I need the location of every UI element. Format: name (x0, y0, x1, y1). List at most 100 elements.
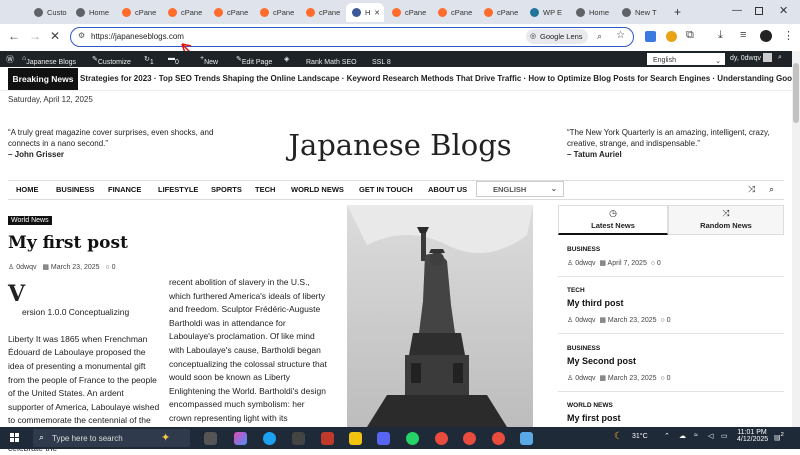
task-view-icon[interactable] (204, 432, 217, 445)
shuffle-icon[interactable]: ⤨ (748, 184, 755, 195)
post-author[interactable]: 0dwqv (16, 264, 36, 271)
sidebar-item-comments[interactable]: 0 (657, 260, 661, 267)
sidebar-item-author[interactable]: 0dwqv (575, 260, 595, 267)
weather-temp[interactable]: 31°C (632, 433, 648, 440)
whatsapp-icon[interactable] (406, 432, 419, 445)
close-load-icon[interactable]: ✕ (50, 29, 60, 43)
chrome-profile-icon[interactable] (463, 432, 476, 445)
extension-icon[interactable] (645, 31, 656, 42)
browser-tab[interactable]: WP E (524, 3, 568, 22)
wp-avatar[interactable] (763, 53, 772, 62)
wp-edit-page-link[interactable]: ✎ Edit Page (236, 55, 272, 66)
sidebar-item-title[interactable]: My first post (567, 413, 621, 423)
sidebar-item-author[interactable]: 0dwqv (575, 375, 595, 382)
profile-avatar[interactable] (760, 30, 772, 42)
tab-random-news[interactable]: ⤨ Random News (668, 205, 784, 235)
address-bar[interactable]: ⚙ https://japaneseblogs.com ◎ Google Len… (70, 27, 634, 47)
tab-latest-news[interactable]: ◷ Latest News (558, 205, 668, 235)
tray-chevron-icon[interactable]: ⌃ (664, 432, 670, 440)
post-comments[interactable]: 0 (112, 264, 116, 271)
sidebar-item-date[interactable]: April 7, 2025 (608, 260, 647, 267)
forward-icon[interactable]: → (29, 29, 41, 43)
search-icon[interactable]: ⌕ (597, 31, 602, 42)
sidebar-item-comments[interactable]: 0 (667, 317, 671, 324)
browser-tab[interactable]: cPane (116, 3, 160, 22)
page-scrollbar[interactable] (792, 51, 800, 427)
site-info-icon[interactable]: ⚙ (78, 31, 85, 40)
sidebar-item-category[interactable]: WORLD NEWS (567, 402, 613, 409)
extension-color-icon[interactable] (666, 31, 677, 42)
clock[interactable]: 11:01 PM 4/12/2025 (737, 429, 768, 443)
search-toggle-icon[interactable]: ⌕ (769, 184, 774, 195)
wifi-icon[interactable]: ≈ (694, 432, 698, 439)
app-icon[interactable] (377, 432, 390, 445)
battery-icon[interactable]: ▭ (721, 432, 728, 440)
sidebar-item-title[interactable]: My third post (567, 298, 624, 308)
chrome-icon[interactable] (435, 432, 448, 445)
wp-search-icon[interactable]: ⌕ (778, 54, 782, 62)
sidebar-item-category[interactable]: BUSINESS (567, 246, 600, 253)
copilot-icon[interactable] (234, 432, 247, 445)
nav-item-about-us[interactable]: ABOUT US (428, 185, 467, 194)
download-icon[interactable]: ⤓ (718, 29, 723, 42)
maximize-button[interactable] (755, 7, 763, 15)
notification-icon[interactable]: ▤2 (774, 432, 784, 441)
nav-item-finance[interactable]: FINANCE (108, 185, 141, 194)
browser-tab[interactable]: cPane (300, 3, 344, 22)
browser-tab[interactable]: Home (70, 3, 114, 22)
wordpress-icon[interactable]: Ⓦ (6, 54, 14, 65)
media-app-icon[interactable] (321, 432, 334, 445)
file-explorer-icon[interactable] (349, 432, 362, 445)
weather-icon[interactable]: ☾ (614, 431, 623, 442)
store-icon[interactable] (292, 432, 305, 445)
back-icon[interactable]: ← (8, 29, 20, 43)
post-category-badge[interactable]: World News (8, 216, 52, 225)
wp-site-link[interactable]: ⌂ Japanese Blogs (22, 55, 76, 66)
taskbar-search-box[interactable]: ⌕ Type here to search ✦ (33, 429, 190, 447)
chrome-menu-icon[interactable]: ⋮ (783, 29, 794, 42)
nav-item-business[interactable]: BUSINESS (56, 185, 94, 194)
wp-comments-link[interactable]: ▬ 0 (168, 55, 179, 66)
chrome-alt-icon[interactable] (492, 432, 505, 445)
browser-tab[interactable]: H ✕ (346, 3, 384, 22)
post-title[interactable]: My first post (8, 233, 128, 253)
volume-icon[interactable]: ◁ (708, 432, 713, 440)
network-icon[interactable]: ☁ (679, 432, 686, 440)
wp-language-select[interactable]: English ⌄ (647, 53, 725, 65)
sidebar-item-title[interactable]: My Second post (567, 356, 636, 366)
nav-item-tech[interactable]: TECH (255, 185, 275, 194)
sidebar-item-category[interactable]: BUSINESS (567, 345, 600, 352)
sidebar-item-category[interactable]: TECH (567, 287, 585, 294)
post-date[interactable]: March 23, 2025 (51, 264, 100, 271)
scrollbar-thumb[interactable] (793, 63, 799, 123)
browser-tab[interactable]: cPane (432, 3, 476, 22)
ticker-headlines[interactable]: Strategies for 2023 · Top SEO Trends Sha… (80, 74, 800, 83)
sidebar-item-date[interactable]: March 23, 2025 (608, 317, 657, 324)
browser-tab[interactable]: Custo (28, 3, 68, 22)
browser-tab[interactable]: cPane (386, 3, 430, 22)
nav-item-get-in-touch[interactable]: GET IN TOUCH (359, 185, 413, 194)
language-select[interactable]: ENGLISH ⌄ (476, 181, 564, 197)
browser-tab[interactable]: cPane (162, 3, 206, 22)
sidebar-item-author[interactable]: 0dwqv (575, 317, 595, 324)
new-tab-button[interactable]: + (674, 5, 681, 19)
edge-icon[interactable] (263, 432, 276, 445)
wp-new-link[interactable]: + New (200, 55, 218, 66)
wp-customize-link[interactable]: ✎ Customize (92, 55, 131, 66)
nav-item-sports[interactable]: SPORTS (211, 185, 242, 194)
close-window-button[interactable]: ✕ (779, 4, 788, 17)
app-extra-icon[interactable] (520, 432, 533, 445)
wp-updates-link[interactable]: ↻ 1 (144, 55, 154, 66)
nav-item-home[interactable]: HOME (16, 185, 39, 194)
windows-start-icon[interactable] (10, 433, 20, 443)
media-controls-icon[interactable]: ≡ (740, 29, 746, 41)
browser-tab[interactable]: Home (570, 3, 614, 22)
nav-item-lifestyle[interactable]: LIFESTYLE (158, 185, 198, 194)
minimize-button[interactable]: — (732, 5, 742, 16)
site-title[interactable]: Japanese Blogs (240, 128, 560, 162)
sidebar-item-comments[interactable]: 0 (667, 375, 671, 382)
tab-close-icon[interactable]: ✕ (374, 9, 380, 17)
sidebar-item-date[interactable]: March 23, 2025 (608, 375, 657, 382)
wp-diamond-icon[interactable]: ◈ (284, 55, 289, 63)
extensions-puzzle-icon[interactable]: ⧉ (686, 29, 694, 42)
